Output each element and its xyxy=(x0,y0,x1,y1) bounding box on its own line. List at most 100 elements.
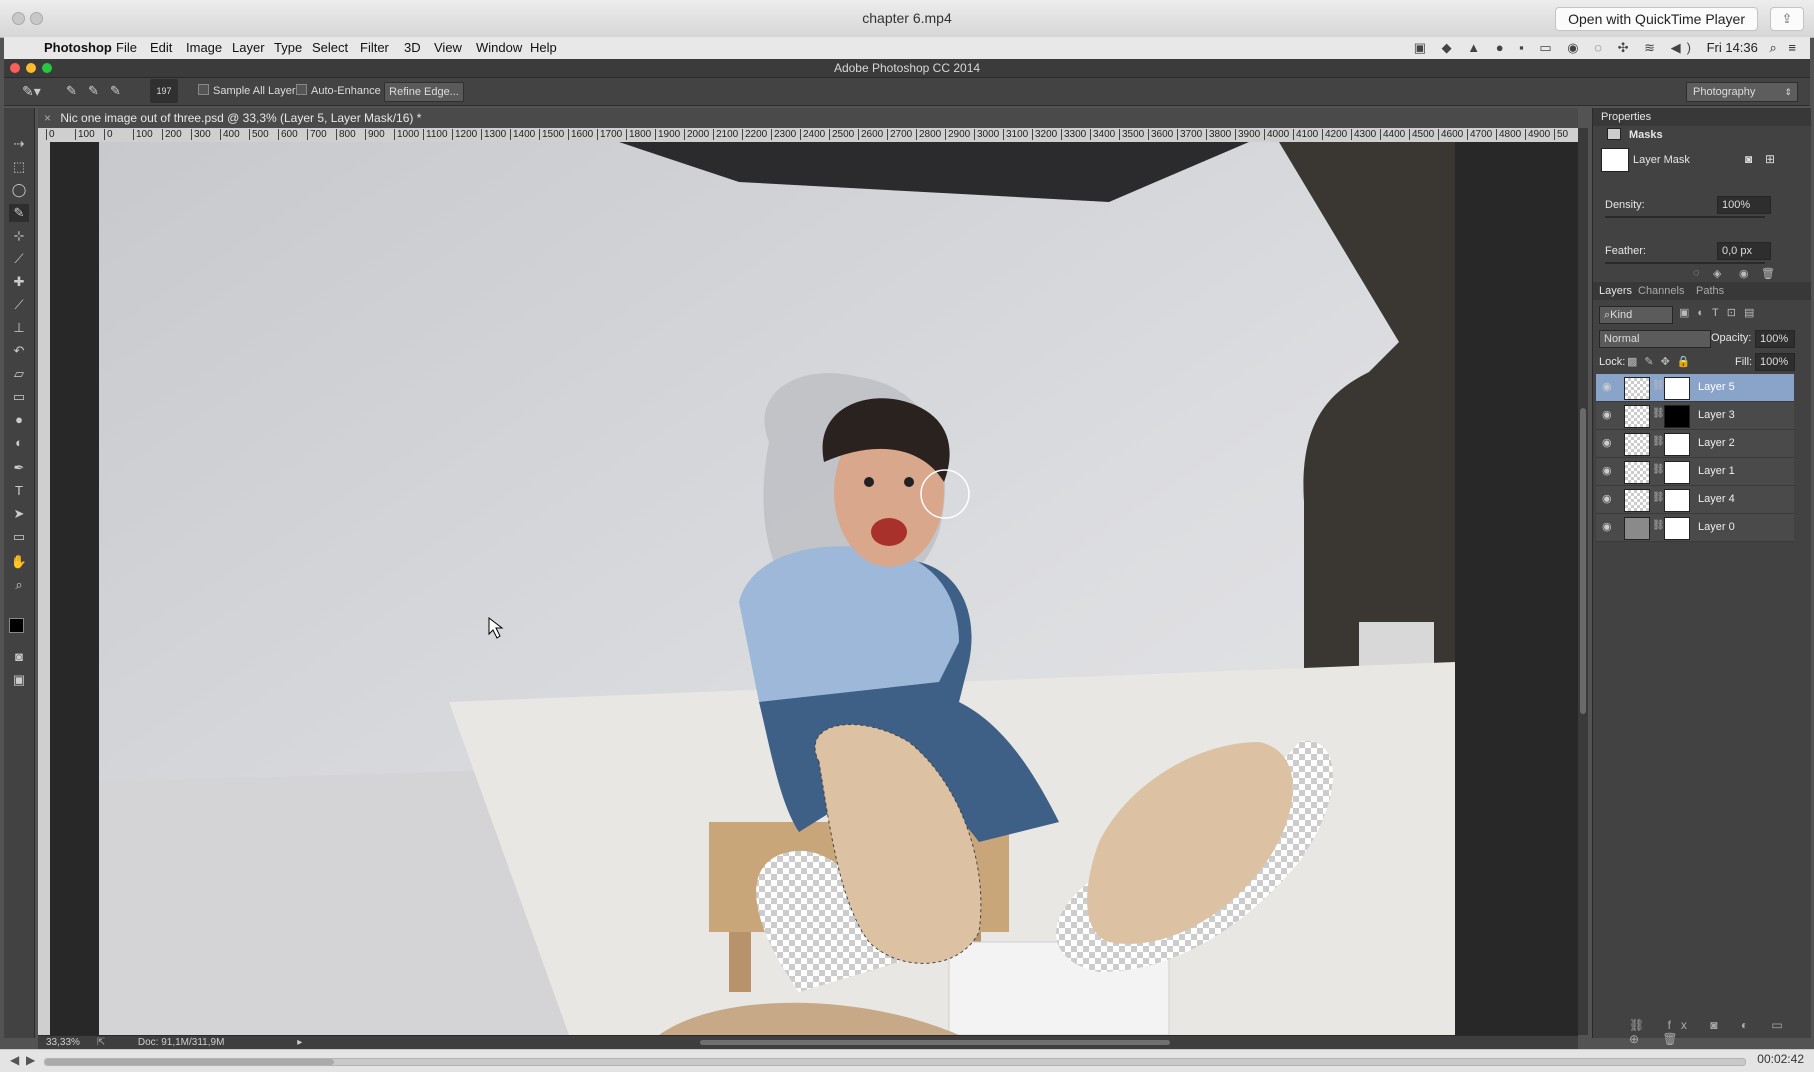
tab-channels[interactable]: Channels xyxy=(1638,285,1684,297)
density-field[interactable]: 100% xyxy=(1717,196,1771,214)
menu-edit[interactable]: Edit xyxy=(150,40,172,55)
menu-3d[interactable]: 3D xyxy=(404,40,421,55)
feather-field[interactable]: 0,0 px xyxy=(1717,242,1771,260)
pen-tool-icon[interactable]: ✒ xyxy=(9,459,29,477)
marquee-tool-icon[interactable]: ⬚ xyxy=(9,158,29,176)
density-slider[interactable] xyxy=(1605,216,1765,218)
link-icon[interactable]: ⛓ xyxy=(1652,436,1665,447)
brush-tool-icon[interactable]: ⟋ xyxy=(9,296,29,314)
opacity-field[interactable]: 100% xyxy=(1755,330,1795,348)
menu-window[interactable]: Window xyxy=(476,40,522,55)
vertical-scroll-thumb[interactable] xyxy=(1580,408,1586,714)
eye-icon[interactable]: ◉ xyxy=(1602,436,1614,449)
move-tool-icon[interactable]: ⇢ xyxy=(9,135,29,153)
dodge-tool-icon[interactable]: ◐ xyxy=(9,434,29,452)
pixel-mask-icon[interactable]: ◙ xyxy=(1745,152,1752,166)
subtract-from-selection-icon[interactable]: ✎ xyxy=(110,82,121,100)
link-icon[interactable]: ⛓ xyxy=(1652,408,1665,419)
mask-thumbnail[interactable] xyxy=(1664,377,1690,400)
layer-row[interactable]: ◉ ⛓ Layer 5 xyxy=(1596,374,1794,402)
status-icons[interactable]: ▣ ◆ ▲ ● ▪ ▭ ◉ ◌ ✣ ≋ ◀) xyxy=(1414,40,1697,55)
open-with-quicktime-button[interactable]: Open with QuickTime Player xyxy=(1555,7,1758,31)
layer-row[interactable]: ◉ ⛓ Layer 1 xyxy=(1596,458,1794,486)
close-tab-icon[interactable]: × xyxy=(44,111,51,125)
link-icon[interactable]: ⛓ xyxy=(1652,464,1665,475)
eye-icon[interactable]: ◉ xyxy=(1602,408,1614,421)
menu-app-name[interactable]: Photoshop xyxy=(44,40,112,55)
document-tab[interactable]: × Nic one image out of three.psd @ 33,3%… xyxy=(38,108,1578,129)
clone-stamp-tool-icon[interactable]: ⊥ xyxy=(9,319,29,337)
menu-type[interactable]: Type xyxy=(274,40,302,55)
eye-icon[interactable]: ◉ xyxy=(1602,492,1614,505)
quick-selection-tool-icon[interactable]: ✎ xyxy=(9,204,29,222)
auto-enhance-box[interactable] xyxy=(296,84,307,95)
layer-name[interactable]: Layer 5 xyxy=(1698,381,1735,393)
layer-mask-thumbnail[interactable] xyxy=(1601,148,1629,172)
filter-kind-select[interactable]: ⌕Kind xyxy=(1599,306,1673,324)
menu-select[interactable]: Select xyxy=(312,40,348,55)
vector-mask-icon[interactable]: ⊞ xyxy=(1765,152,1775,166)
menu-layer[interactable]: Layer xyxy=(232,40,265,55)
ps-close-button[interactable] xyxy=(10,63,20,73)
zoom-tool-icon[interactable]: ⌕ xyxy=(9,576,29,594)
ps-minimize-button[interactable] xyxy=(26,63,36,73)
status-menu-arrow-icon[interactable]: ▸ xyxy=(297,1037,302,1048)
load-selection-icon[interactable]: ◌ xyxy=(1693,267,1700,279)
lasso-tool-icon[interactable]: ◯ xyxy=(9,181,29,199)
clock[interactable]: Fri 14:36 xyxy=(1707,40,1758,55)
menu-image[interactable]: Image xyxy=(186,40,222,55)
tab-paths[interactable]: Paths xyxy=(1696,285,1724,297)
mask-thumbnail[interactable] xyxy=(1664,433,1690,456)
refine-edge-button[interactable]: Refine Edge... xyxy=(384,82,464,102)
layer-row[interactable]: ◉ ⛓ Layer 4 xyxy=(1596,486,1794,514)
sample-all-layers-box[interactable] xyxy=(198,84,209,95)
layer-name[interactable]: Layer 4 xyxy=(1698,493,1735,505)
healing-brush-tool-icon[interactable]: ✚ xyxy=(9,273,29,291)
path-selection-tool-icon[interactable]: ➤ xyxy=(9,505,29,523)
feather-slider[interactable] xyxy=(1605,262,1765,264)
link-icon[interactable]: ⛓ xyxy=(1652,380,1665,391)
layers-footer-icons[interactable]: ⛓ fx ◙ ◐ ▭ ⊕ 🗑 xyxy=(1629,1018,1811,1046)
screen-mode-icon[interactable]: ▣ xyxy=(9,671,29,689)
layer-name[interactable]: Layer 2 xyxy=(1698,437,1735,449)
mask-thumbnail[interactable] xyxy=(1664,517,1690,540)
quick-mask-icon[interactable]: ◙ xyxy=(9,648,29,666)
blend-mode-select[interactable]: Normal xyxy=(1599,330,1711,348)
history-brush-tool-icon[interactable]: ↶ xyxy=(9,342,29,360)
hand-tool-icon[interactable]: ✋ xyxy=(9,553,29,571)
mask-thumbnail[interactable] xyxy=(1664,489,1690,512)
menu-filter[interactable]: Filter xyxy=(360,40,389,55)
delete-mask-icon[interactable]: 🗑 xyxy=(1761,267,1775,280)
auto-enhance-checkbox[interactable]: Auto-Enhance xyxy=(296,82,381,100)
link-icon[interactable]: ⛓ xyxy=(1652,492,1665,503)
spotlight-icon[interactable]: ⌕ xyxy=(1770,40,1777,55)
eye-icon[interactable]: ◉ xyxy=(1602,380,1614,393)
type-tool-icon[interactable]: T xyxy=(9,482,29,500)
tab-properties[interactable]: Properties xyxy=(1601,111,1651,123)
layer-filter-icons[interactable]: ▣◐T⊡▤ xyxy=(1679,306,1762,319)
gradient-tool-icon[interactable]: ▭ xyxy=(9,388,29,406)
workspace-switcher[interactable]: Photography ⇕ xyxy=(1686,82,1798,102)
quick-selection-tool-icon[interactable]: ✎▾ xyxy=(22,82,41,100)
layer-name[interactable]: Layer 1 xyxy=(1698,465,1735,477)
link-icon[interactable]: ⛓ xyxy=(1652,520,1665,531)
foreground-color-swatch[interactable] xyxy=(9,618,24,633)
fill-field[interactable]: 100% xyxy=(1755,353,1795,371)
play-icon[interactable]: ▶ xyxy=(26,1053,35,1067)
layer-row[interactable]: ◉ ⛓ Layer 2 xyxy=(1596,430,1794,458)
sample-all-layers-checkbox[interactable]: Sample All Layers xyxy=(198,82,301,100)
crop-tool-icon[interactable]: ⊹ xyxy=(9,227,29,245)
eye-icon[interactable]: ◉ xyxy=(1602,464,1614,477)
mask-thumbnail[interactable] xyxy=(1664,405,1690,428)
tab-layers[interactable]: Layers xyxy=(1599,285,1632,297)
menu-file[interactable]: File xyxy=(116,40,137,55)
notification-center-icon[interactable]: ≡ xyxy=(1788,40,1796,55)
brush-size-picker[interactable]: 197 xyxy=(150,79,178,103)
eye-icon[interactable]: ◉ xyxy=(1602,520,1614,533)
export-icon[interactable]: ⇱ xyxy=(97,1037,105,1048)
rewind-icon[interactable]: ◀ xyxy=(10,1053,19,1067)
mask-thumbnail[interactable] xyxy=(1664,461,1690,484)
add-to-selection-icon[interactable]: ✎ xyxy=(88,82,99,100)
visibility-icon[interactable]: ◉ xyxy=(1739,267,1749,280)
photo-canvas[interactable] xyxy=(99,142,1455,1035)
